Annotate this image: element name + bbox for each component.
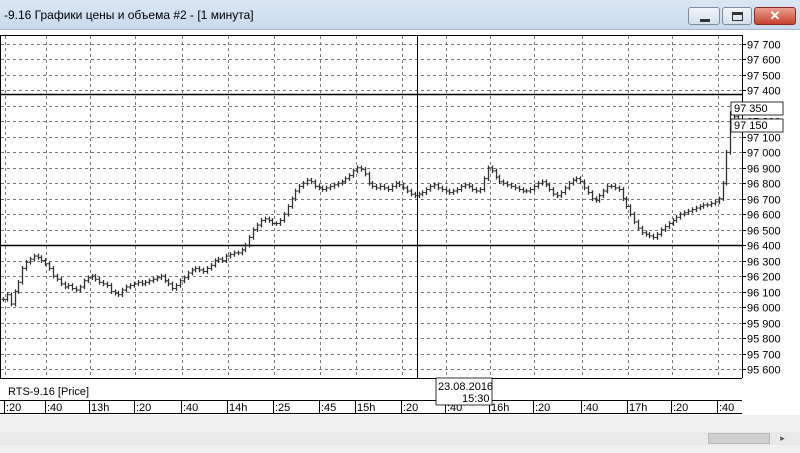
maximize-button[interactable]: [722, 7, 752, 25]
x-tick-label: :45: [321, 402, 336, 414]
crosshair-date: 23.08.2016: [438, 381, 493, 393]
x-tick-label: :40: [183, 402, 198, 414]
y-tick-label: 97 400: [747, 86, 781, 98]
x-tick-label: :40: [719, 402, 734, 414]
x-tick-label: :20: [403, 402, 418, 414]
y-tick-label: 97 600: [747, 55, 781, 67]
plot-frame: [0, 35, 743, 379]
y-tick-label: 96 300: [747, 257, 781, 269]
y-tick-label: 96 600: [747, 210, 781, 222]
window-titlebar: -9.16 Графики цены и объема #2 - [1 мину…: [0, 0, 800, 30]
x-tick-label: :20: [6, 402, 21, 414]
instrument-label: RTS-9.16 [Price]: [8, 386, 89, 398]
x-tick-label: :40: [583, 402, 598, 414]
x-tick-label: 14h: [229, 402, 247, 414]
x-tick-label: :40: [47, 402, 62, 414]
close-icon: ✕: [769, 8, 781, 23]
x-tick-label: :20: [136, 402, 151, 414]
x-tick-label: 13h: [91, 402, 109, 414]
horizontal-scrollbar[interactable]: ▸: [0, 432, 800, 445]
y-tick-label: 95 600: [747, 365, 781, 377]
y-tick-label: 96 700: [747, 195, 781, 207]
y-tick-label: 95 700: [747, 350, 781, 362]
x-tick-label: :20: [673, 402, 688, 414]
x-tick-label: :25: [275, 402, 290, 414]
y-tick-label: 95 800: [747, 334, 781, 346]
y-tick-label: 96 800: [747, 179, 781, 191]
close-button[interactable]: ✕: [754, 7, 796, 25]
y-tick-label: 96 400: [747, 241, 781, 253]
x-tick-label: 17h: [629, 402, 647, 414]
y-tick-label: 95 900: [747, 319, 781, 331]
minimize-icon: [700, 19, 710, 22]
x-tick-label: 15h: [357, 402, 375, 414]
x-tick-label: 16h: [491, 402, 509, 414]
price-chart[interactable]: 97 70097 60097 50097 40097 30097 20097 1…: [0, 30, 800, 415]
scrollbar-thumb[interactable]: [708, 433, 770, 444]
minimize-button[interactable]: [688, 7, 720, 25]
x-tick-label: :20: [535, 402, 550, 414]
y-tick-label: 97 100: [747, 133, 781, 145]
y-tick-label: 97 500: [747, 71, 781, 83]
y-tick-label: 97 000: [747, 148, 781, 160]
y-tick-label: 96 100: [747, 288, 781, 300]
price-label: 97 150: [734, 120, 768, 132]
price-label: 97 350: [734, 103, 768, 115]
y-tick-label: 96 900: [747, 164, 781, 176]
maximize-icon: [732, 12, 743, 21]
window-title: -9.16 Графики цены и объема #2 - [1 мину…: [4, 8, 254, 22]
y-tick-label: 96 500: [747, 226, 781, 238]
scroll-right-arrow-icon[interactable]: ▸: [776, 432, 789, 445]
y-tick-label: 96 000: [747, 303, 781, 315]
y-tick-label: 96 200: [747, 272, 781, 284]
y-tick-label: 97 700: [747, 40, 781, 52]
crosshair-time: 15:30: [462, 393, 490, 405]
